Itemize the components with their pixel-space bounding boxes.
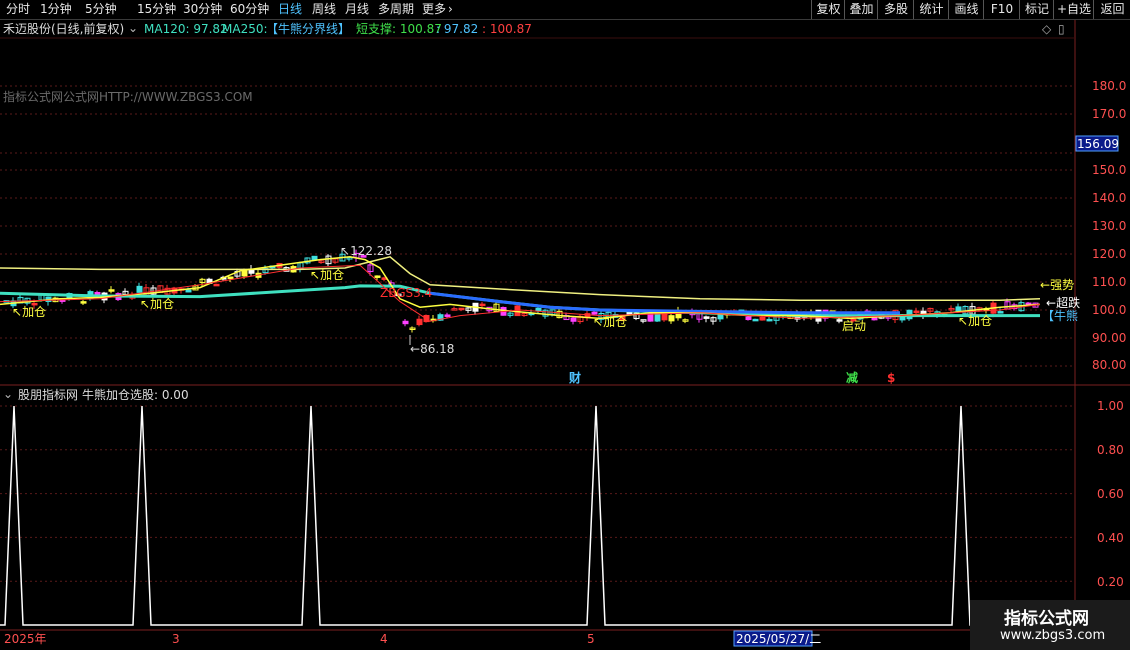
current-price-badge: 156.09 xyxy=(1077,137,1119,151)
candle-body xyxy=(591,311,598,315)
low-price-annotation: ←86.18 xyxy=(410,342,455,356)
price-tick: 100.0 xyxy=(1092,303,1127,317)
price-tick: 90.00 xyxy=(1092,331,1127,345)
time-axis-label: 3 xyxy=(172,632,180,646)
short-support-value-2: : 97.82 xyxy=(436,22,479,36)
candle-body xyxy=(108,289,115,292)
price-tick: 110.0 xyxy=(1092,275,1127,289)
ma120-label: MA120: 97.82 xyxy=(144,22,228,36)
site-watermark: 指标公式网 www.zbgs3.com xyxy=(970,600,1130,650)
candle-body xyxy=(241,270,248,277)
candle-body xyxy=(570,317,577,322)
site-watermark-title: 指标公式网 xyxy=(1004,609,1089,629)
time-axis-label: 4 xyxy=(380,632,388,646)
candle-body xyxy=(871,317,878,321)
signal-spikes xyxy=(0,405,1075,626)
time-axis-label: 2025年 xyxy=(4,632,47,646)
super-oversold-label: ←超跌 xyxy=(1046,296,1081,310)
candle-body xyxy=(416,318,423,326)
main-gridlines xyxy=(0,85,1075,367)
signal-line xyxy=(0,405,1075,626)
price-tick: 130.0 xyxy=(1092,219,1127,233)
site-watermark-url: www.zbgs3.com xyxy=(1000,628,1106,643)
add-position-label: ↖加仓 xyxy=(140,297,175,311)
strong-trend-text: 强势 xyxy=(1050,278,1075,292)
add-position-label: ↖加仓 xyxy=(12,305,47,319)
candle-body xyxy=(745,316,752,321)
add-position-label: ↖加仓 xyxy=(310,268,345,282)
low-price-value: 86.18 xyxy=(420,342,455,356)
candle-body xyxy=(213,283,220,287)
add-position-text: 加仓 xyxy=(22,305,47,319)
candle-body xyxy=(752,318,759,322)
stock-title: 禾迈股份(日线,前复权) xyxy=(3,22,125,36)
candle-body xyxy=(1025,302,1032,306)
sub-indicator-label: 牛熊加仓选股: 0.00 xyxy=(82,388,189,402)
dividend-marker[interactable]: $ xyxy=(887,371,895,385)
start-label: 启动 xyxy=(842,319,867,333)
price-tick: 140.0 xyxy=(1092,191,1127,205)
price-tick: 170.0 xyxy=(1092,107,1127,121)
candle-body xyxy=(444,314,451,317)
short-support-value-3: : 100.87 xyxy=(482,22,532,36)
add-position-text: 加仓 xyxy=(968,314,993,328)
add-position-text: 加仓 xyxy=(320,268,345,282)
reduce-marker[interactable]: 减 xyxy=(846,371,858,385)
sub-gridlines xyxy=(0,405,1075,582)
price-tick: 80.00 xyxy=(1092,358,1127,372)
candle-body xyxy=(913,310,920,314)
chevron-down-icon[interactable]: ⌄ xyxy=(3,387,13,401)
finance-marker[interactable]: 财 xyxy=(569,371,581,385)
sub-axis-tick: 0.60 xyxy=(1097,487,1124,501)
time-axis-label: 5 xyxy=(587,632,595,646)
bull-line-label: 【牛熊 xyxy=(1042,309,1079,323)
candle-body xyxy=(647,313,654,322)
candle-body xyxy=(535,307,542,312)
add-position-text: 加仓 xyxy=(150,297,175,311)
ma250-label: MA250: xyxy=(222,22,268,36)
super-oversold-text: 超跌 xyxy=(1056,296,1081,310)
zbgs-annotation: ZBGS3.4 xyxy=(380,286,433,300)
chevron-down-icon[interactable]: ⌄ xyxy=(128,21,138,35)
candlestick-series xyxy=(3,249,1039,333)
candle-body xyxy=(374,275,381,278)
price-tick: 150.0 xyxy=(1092,163,1127,177)
sub-axis-tick: 0.20 xyxy=(1097,575,1124,589)
candle-body xyxy=(955,306,962,312)
high-price-value: 122.28 xyxy=(350,244,393,258)
sub-axis-tick: 0.80 xyxy=(1097,443,1124,457)
candle-body xyxy=(136,285,143,293)
strong-trend-label: ←强势 xyxy=(1040,278,1075,292)
sub-panel-title: 股朋指标网 xyxy=(18,388,79,402)
price-tick: 180.0 xyxy=(1092,79,1127,93)
add-position-label: ↖加仓 xyxy=(593,315,628,329)
cursor-date: 2025/05/27/二 xyxy=(736,632,822,646)
add-position-text: 加仓 xyxy=(603,315,628,329)
candle-body xyxy=(185,289,192,293)
candle-body xyxy=(458,307,465,311)
sub-axis-tick: 1.00 xyxy=(1097,399,1124,413)
watermark-url: 指标公式网公式网HTTP://WWW.ZBGS3.COM xyxy=(3,90,253,104)
high-price-annotation: ↖122.28 xyxy=(340,244,393,258)
candle-body xyxy=(661,313,668,321)
bull-bear-label: 【牛熊分界线】 xyxy=(266,22,351,36)
candle-body xyxy=(668,315,675,322)
candle-body xyxy=(703,316,710,319)
candle-body xyxy=(402,320,409,325)
candle-body xyxy=(759,316,766,321)
candle-body xyxy=(997,311,1004,314)
candle-body xyxy=(80,301,87,304)
candle-body xyxy=(766,318,773,322)
add-position-label: ↖加仓 xyxy=(958,314,993,328)
sub-axis-tick: 0.40 xyxy=(1097,531,1124,545)
candle-body xyxy=(479,303,486,307)
candle-body xyxy=(227,276,234,279)
short-support-label: 短支撑: 100.87 xyxy=(356,22,442,36)
diamond-icon[interactable]: ◇ xyxy=(1042,22,1051,36)
expand-icon[interactable]: ▯ xyxy=(1058,22,1065,36)
price-tick: 120.0 xyxy=(1092,247,1127,261)
